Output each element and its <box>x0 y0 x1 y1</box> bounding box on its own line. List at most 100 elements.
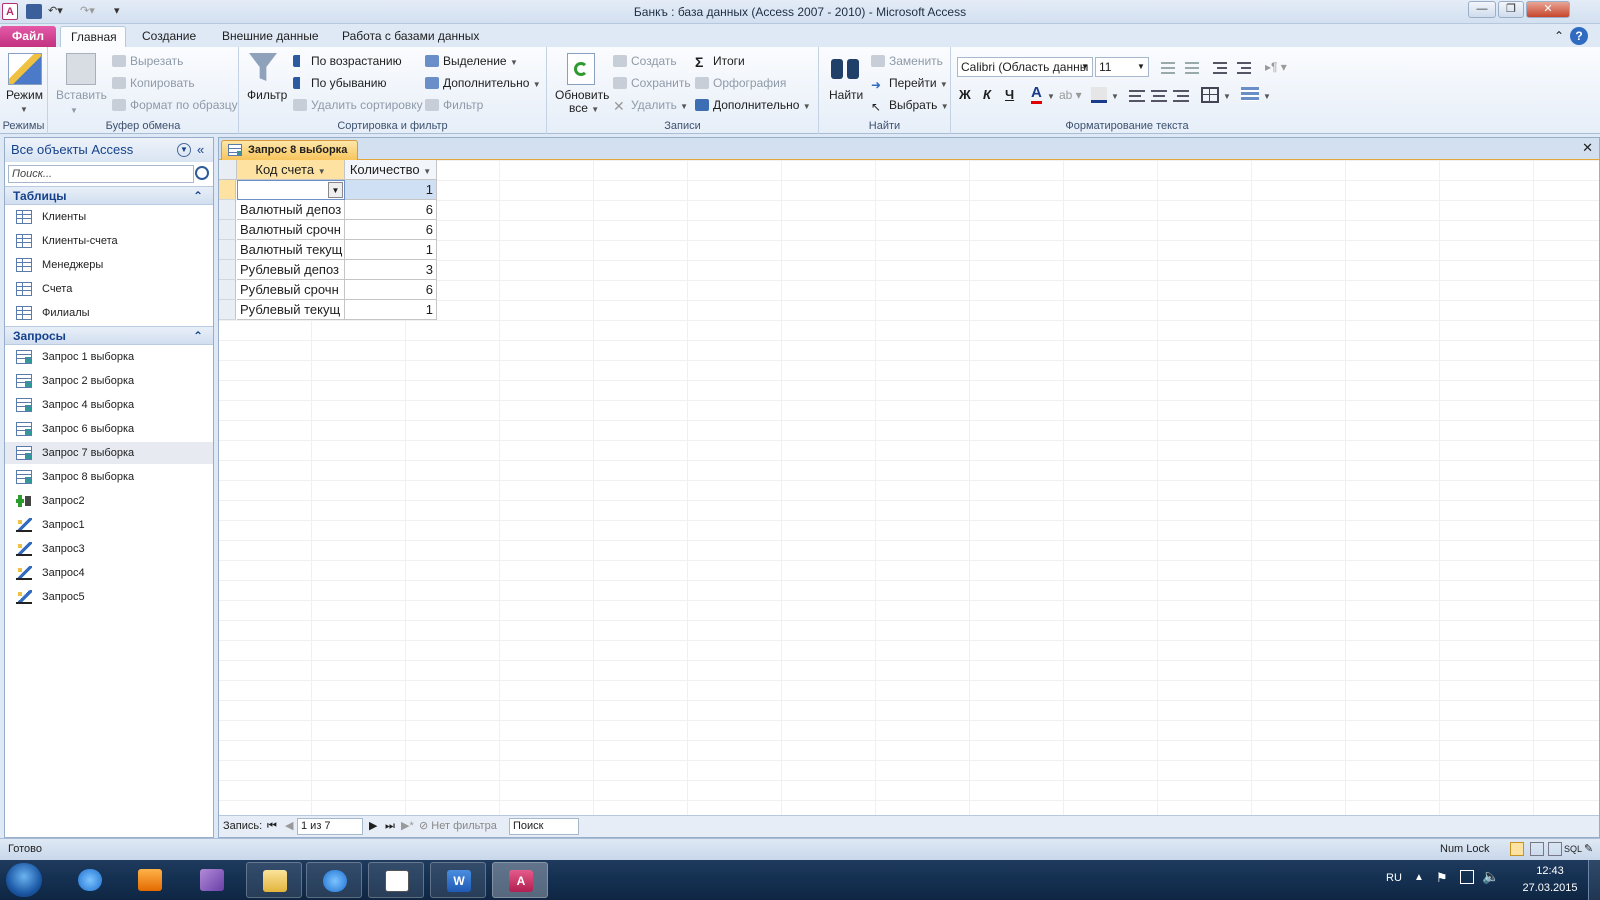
search-icon[interactable] <box>195 166 209 180</box>
account-code-combo[interactable]: ▼ <box>237 180 345 200</box>
taskbar-word[interactable]: W <box>430 862 486 898</box>
selection-button[interactable]: Выделение ▼ <box>425 53 518 71</box>
prev-record-icon[interactable]: ◀ <box>285 816 293 837</box>
taskbar-access[interactable]: A <box>492 862 548 898</box>
clock-time[interactable]: 12:43 <box>1520 865 1580 877</box>
table-cell[interactable]: 6 <box>345 280 437 300</box>
table-cell[interactable]: Валютный срочн <box>237 220 345 240</box>
row-selector[interactable] <box>219 200 236 220</box>
chevron-down-icon[interactable]: ▼ <box>70 103 78 119</box>
taskbar-media-player[interactable] <box>122 862 178 898</box>
chevron-down-icon[interactable]: ▼ <box>423 167 431 176</box>
table-cell[interactable]: 6 <box>345 200 437 220</box>
tab-home[interactable]: Главная <box>60 26 126 48</box>
language-indicator[interactable]: RU <box>1386 872 1402 884</box>
underline-button[interactable]: Ч <box>1005 87 1014 103</box>
numbering-icon[interactable] <box>1183 59 1203 75</box>
select-all-corner[interactable] <box>219 160 237 180</box>
table-cell[interactable]: Рублевый текущ <box>237 300 345 320</box>
chevron-down-icon[interactable]: ▼ <box>1223 89 1231 105</box>
tab-database-tools[interactable]: Работа с базами данных <box>332 26 489 48</box>
table-cell[interactable]: 1 <box>345 300 437 320</box>
nav-table-clients[interactable]: Клиенты <box>5 206 213 228</box>
show-desktop-button[interactable] <box>1588 860 1600 900</box>
start-button[interactable] <box>6 863 42 897</box>
last-record-icon[interactable]: ⏭ <box>385 816 395 837</box>
new-record-nav-icon[interactable]: ▶* <box>401 816 414 837</box>
taskbar-ie-pinned[interactable] <box>62 862 118 898</box>
bold-button[interactable]: Ж <box>959 87 971 103</box>
no-filter-button[interactable]: ⊘ Нет фильтра <box>419 816 497 837</box>
minimize-ribbon-icon[interactable]: ⌃ <box>1554 26 1564 48</box>
record-position-input[interactable]: 1 из 7 <box>297 818 363 835</box>
remove-sort-button[interactable]: Удалить сортировку <box>293 97 423 113</box>
italic-button[interactable]: К <box>983 87 991 103</box>
next-record-icon[interactable]: ▶ <box>369 816 377 837</box>
view-mode-icon[interactable] <box>8 53 42 85</box>
table-cell[interactable]: Рублевый срочн <box>237 280 345 300</box>
paste-button[interactable]: Вставить <box>56 87 107 103</box>
nav-query-6[interactable]: Запрос 6 выборка <box>5 418 213 440</box>
nav-table-managers[interactable]: Менеджеры <box>5 254 213 276</box>
filter-funnel-icon[interactable] <box>249 53 277 81</box>
align-left-icon[interactable] <box>1129 89 1145 103</box>
table-cell[interactable]: 1 <box>345 240 437 260</box>
nav-table-branches[interactable]: Филиалы <box>5 302 213 324</box>
record-search-input[interactable]: Поиск <box>509 818 579 835</box>
records-more-button[interactable]: Дополнительно ▼ <box>695 97 811 115</box>
row-selector[interactable] <box>219 260 236 280</box>
chevron-down-icon[interactable]: ▼ <box>20 102 28 118</box>
nav-search-input[interactable]: Поиск... <box>8 165 194 183</box>
chevron-down-icon[interactable]: ▼ <box>328 182 343 198</box>
first-record-icon[interactable]: ⏮ <box>267 816 277 837</box>
row-selector[interactable] <box>219 180 236 200</box>
table-cell[interactable]: Рублевый депоз <box>237 260 345 280</box>
spelling-button[interactable]: Орфография <box>695 75 786 91</box>
gridlines-icon[interactable] <box>1201 87 1219 103</box>
align-center-icon[interactable] <box>1151 89 1167 103</box>
highlight-icon[interactable]: ab ▾ <box>1059 87 1082 103</box>
close-document-icon[interactable]: ✕ <box>1582 140 1593 156</box>
view-mode-button[interactable]: Режим <box>6 87 43 103</box>
collapse-section-icon[interactable]: ⌃ <box>193 187 203 205</box>
row-selector[interactable] <box>219 300 236 320</box>
chevron-down-icon[interactable]: ▼ <box>177 143 191 157</box>
network-icon[interactable] <box>1460 870 1474 884</box>
sort-ascending-button[interactable]: По возрастанию <box>293 53 402 69</box>
nav-table-clients-accounts[interactable]: Клиенты-счета <box>5 230 213 252</box>
document-tab-query8[interactable]: Запрос 8 выборка <box>221 140 359 160</box>
show-hidden-icons[interactable]: ▲ <box>1414 872 1424 883</box>
taskbar-explorer[interactable] <box>246 862 302 898</box>
align-right-icon[interactable] <box>1173 89 1189 103</box>
copy-button[interactable]: Копировать <box>112 75 195 91</box>
chevron-down-icon[interactable]: ▼ <box>1111 89 1119 105</box>
tab-external-data[interactable]: Внешние данные <box>212 26 329 48</box>
table-cell[interactable]: 3 <box>345 260 437 280</box>
restore-button[interactable]: ❐ <box>1498 1 1524 18</box>
totals-button[interactable]: Σ Итоги <box>695 53 745 69</box>
nav-query-4[interactable]: Запрос 4 выборка <box>5 394 213 416</box>
collapse-section-icon[interactable]: ⌃ <box>193 327 203 345</box>
paste-icon[interactable] <box>66 53 96 85</box>
nav-query-update-1[interactable]: Запрос1 <box>5 514 213 536</box>
fill-color-icon[interactable] <box>1091 87 1107 103</box>
clock-date[interactable]: 27.03.2015 <box>1514 882 1586 894</box>
design-view-icon[interactable]: ✎ <box>1584 839 1593 859</box>
table-cell[interactable]: Валютный текущ <box>237 240 345 260</box>
nav-query-append[interactable]: Запрос2 <box>5 490 213 512</box>
nav-query-2[interactable]: Запрос 2 выборка <box>5 370 213 392</box>
chevron-down-icon[interactable]: ▼ <box>318 167 326 176</box>
delete-record-button[interactable]: ✕ Удалить ▼ <box>613 97 688 115</box>
tab-file[interactable]: Файл <box>0 26 56 48</box>
pivot-chart-view-icon[interactable] <box>1548 842 1562 856</box>
row-selector[interactable] <box>219 240 236 260</box>
paragraph-direction-icon[interactable]: ▸¶ ▾ <box>1265 59 1287 75</box>
sql-view-icon[interactable]: SQL <box>1564 839 1582 859</box>
binoculars-icon[interactable] <box>829 53 861 81</box>
replace-button[interactable]: Заменить <box>871 53 943 69</box>
row-selector[interactable] <box>219 220 236 240</box>
format-painter-button[interactable]: Формат по образцу <box>112 97 238 113</box>
advanced-filter-button[interactable]: Дополнительно ▼ <box>425 75 541 93</box>
nav-section-tables[interactable]: Таблицы ⌃ <box>5 186 213 205</box>
column-header-count[interactable]: Количество ▼ <box>345 160 437 180</box>
